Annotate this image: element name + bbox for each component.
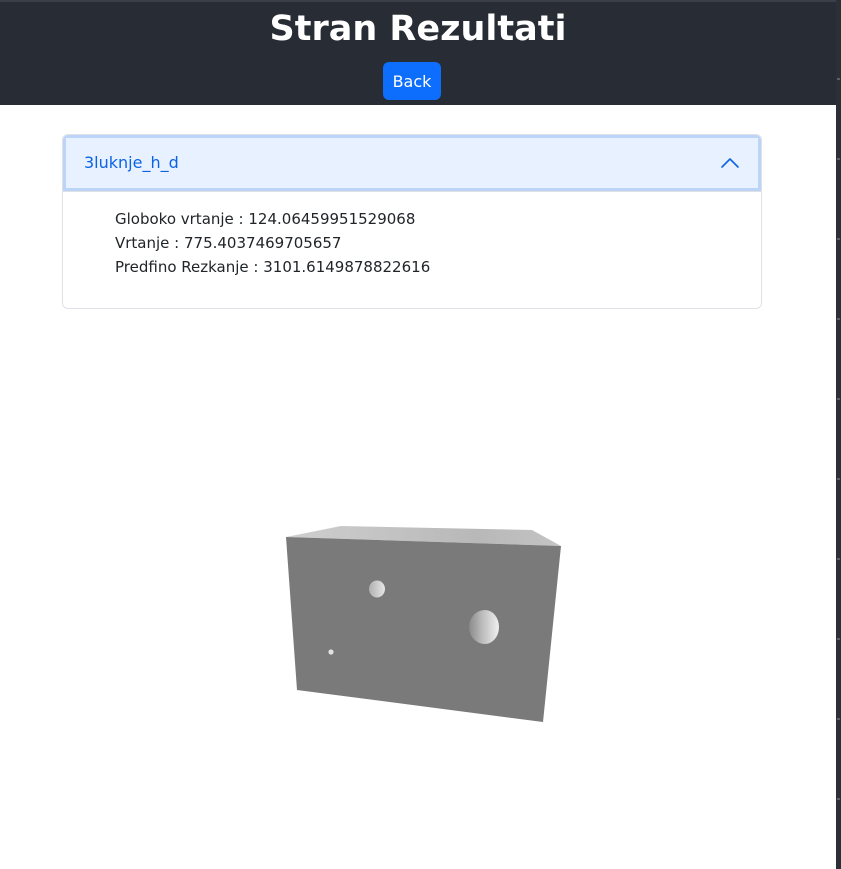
accordion-toggle-button[interactable]: 3luknje_h_d — [63, 135, 761, 192]
model-hole-medium — [369, 580, 385, 598]
app-header: Stran Rezultati Back — [0, 0, 836, 105]
result-globoko-vrtanje: Globoko vrtanje : 124.06459951529068 — [115, 210, 416, 228]
result-vrtanje: Vrtanje : 775.4037469705657 — [115, 234, 342, 252]
model-front-face — [286, 537, 561, 722]
window-edge-strip — [836, 0, 841, 869]
window-edge-marks — [837, 0, 840, 869]
3d-model-canvas[interactable] — [0, 330, 836, 869]
accordion-title: 3luknje_h_d — [84, 153, 179, 172]
results-page: Stran Rezultati Back 3luknje_h_d Globoko… — [0, 0, 841, 869]
result-accordion: 3luknje_h_d Globoko vrtanje : 124.064599… — [62, 134, 762, 309]
back-button[interactable]: Back — [383, 62, 441, 100]
model-hole-small — [328, 649, 334, 655]
chevron-up-icon — [721, 158, 739, 168]
page-title: Stran Rezultati — [269, 9, 567, 49]
accordion-body: Globoko vrtanje : 124.06459951529068 Vrt… — [115, 207, 430, 279]
header-top-border — [0, 0, 836, 2]
result-predfino-rezkanje: Predfino Rezkanje : 3101.6149878822616 — [115, 258, 431, 276]
3d-model-viewer[interactable] — [0, 330, 836, 869]
